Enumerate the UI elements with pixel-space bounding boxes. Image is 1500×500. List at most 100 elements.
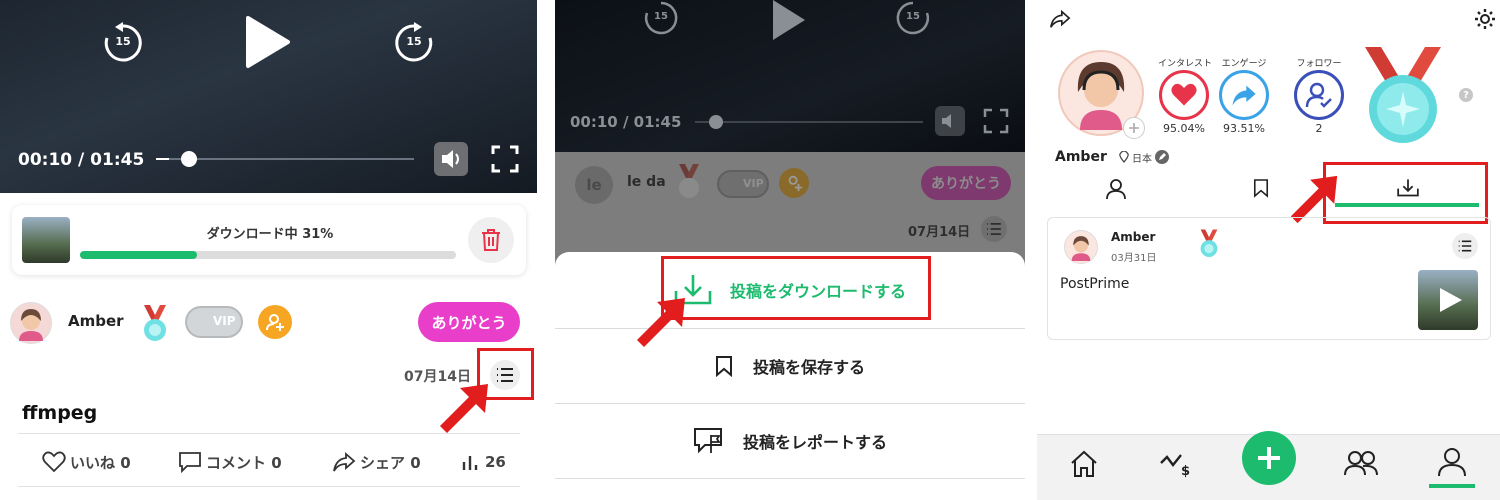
thanks-button[interactable]: ありがとう <box>921 166 1011 200</box>
video-time: 00:10 / 01:45 <box>18 150 145 170</box>
follower-stat: フォロワー <box>1291 56 1347 69</box>
nav-profile[interactable] <box>1437 447 1467 477</box>
users-icon <box>1344 451 1378 476</box>
play-icon <box>773 0 805 40</box>
author-name[interactable]: Amber <box>1111 230 1155 244</box>
post-menu-button[interactable] <box>1452 233 1478 259</box>
author-name[interactable]: le da <box>627 174 666 190</box>
interest-stat: インタレスト <box>1157 56 1213 69</box>
tab-saved[interactable] <box>1253 178 1273 202</box>
help-button[interactable]: ? <box>1459 88 1473 102</box>
seek-thumb[interactable] <box>180 151 197 167</box>
edit-icon[interactable] <box>1155 150 1169 164</box>
vip-badge: VIP <box>185 306 243 338</box>
gear-icon <box>1475 9 1495 29</box>
settings-button[interactable] <box>1474 8 1496 30</box>
interest-ring <box>1159 70 1209 120</box>
delete-download-button[interactable] <box>468 217 514 263</box>
post-menu-button[interactable] <box>981 216 1007 242</box>
report-post-label: 投稿をレポートする <box>742 433 887 452</box>
location-label: 日本 <box>1132 153 1152 165</box>
medal-icon <box>144 305 166 341</box>
video-time: 00:10 / 01:45 <box>570 113 682 131</box>
location-pin-icon <box>1119 151 1129 163</box>
speaker-icon <box>442 150 459 168</box>
edit-avatar-button[interactable] <box>1123 117 1145 139</box>
fullscreen-button[interactable] <box>490 144 520 174</box>
bar-chart-icon <box>462 456 478 470</box>
divider <box>18 486 520 487</box>
medal-icon <box>1200 229 1218 257</box>
rank-medal <box>1355 47 1451 147</box>
download-status: ダウンロード中 31% <box>206 227 334 242</box>
rewind-15-button[interactable]: 15 <box>102 22 144 64</box>
thanks-button[interactable]: ありがとう <box>418 302 520 342</box>
vip-badge: VIP <box>717 170 769 198</box>
create-post-button[interactable] <box>1242 431 1296 485</box>
highlight-box <box>1323 162 1488 224</box>
follow-button[interactable] <box>258 305 292 339</box>
red-arrow-icon <box>637 298 685 347</box>
share-label: シェア 0 <box>360 453 421 472</box>
save-post-item[interactable]: 投稿を保存する <box>555 329 1025 403</box>
tab-posts[interactable] <box>1105 178 1129 202</box>
forward-15-button[interactable]: 15 <box>895 0 931 36</box>
avatar[interactable] <box>1064 230 1098 264</box>
medal-badge <box>138 305 172 343</box>
panel-video-downloading: 15 15 00:10 / 01:45 ダウンロード中 31% Amber VI… <box>0 0 537 500</box>
highlight-box <box>661 256 931 320</box>
comment-icon <box>179 452 201 473</box>
share-profile-button[interactable] <box>1049 8 1071 30</box>
rewind-seconds: 15 <box>115 35 131 48</box>
avatar-face-icon <box>1077 62 1125 130</box>
interest-value: 95.04% <box>1163 122 1205 135</box>
report-post-item[interactable]: 投稿をレポートする <box>555 404 1025 478</box>
user-icon <box>1106 179 1126 200</box>
post-thumbnail[interactable] <box>1418 270 1478 330</box>
add-user-icon <box>788 175 803 192</box>
avatar[interactable]: le <box>575 166 613 204</box>
medal-badge <box>1196 229 1222 259</box>
medal-badge <box>673 164 705 200</box>
volume-button[interactable] <box>935 106 965 136</box>
engage-ring <box>1219 70 1269 120</box>
downloaded-post-card[interactable]: Amber 03月31日 PostPrime <box>1047 217 1491 340</box>
fullscreen-button[interactable] <box>983 108 1009 134</box>
author-name[interactable]: Amber <box>68 312 124 330</box>
comment-button[interactable]: コメント 0 <box>178 450 282 474</box>
vip-label: VIP <box>743 177 764 190</box>
play-button[interactable] <box>769 0 809 44</box>
seek-bar[interactable] <box>156 151 414 167</box>
follow-button[interactable] <box>779 168 809 198</box>
nav-home[interactable] <box>1069 449 1099 479</box>
share-button[interactable]: シェア 0 <box>332 450 421 474</box>
comment-label: コメント 0 <box>206 453 282 472</box>
play-icon <box>246 16 290 68</box>
panel-post-menu: 15 15 00:10 / 01:45 le le da VIP ありがとう 0… <box>555 0 1025 500</box>
follower-label: フォロワー <box>1296 59 1342 69</box>
nav-community[interactable] <box>1343 449 1379 479</box>
location: 日本 <box>1119 150 1169 165</box>
follower-ring[interactable] <box>1294 70 1344 120</box>
user-icon <box>1438 448 1466 477</box>
avatar[interactable] <box>10 302 52 344</box>
plus-icon <box>1258 447 1280 469</box>
video-player[interactable]: 15 15 00:10 / 01:45 <box>555 0 1025 152</box>
play-icon <box>1440 288 1462 312</box>
volume-button[interactable] <box>434 142 468 176</box>
share-arrow-icon <box>1232 85 1256 106</box>
play-button[interactable] <box>242 14 292 70</box>
video-player[interactable]: 15 15 00:10 / 01:45 <box>0 0 537 193</box>
avatar-face-icon <box>1071 236 1091 261</box>
engage-stat: エンゲージ <box>1216 56 1272 69</box>
nav-market[interactable]: $ <box>1159 449 1193 479</box>
add-user-icon <box>266 314 284 331</box>
follower-value: 2 <box>1315 122 1323 135</box>
rewind-15-button[interactable]: 15 <box>643 0 679 36</box>
forward-15-button[interactable]: 15 <box>393 22 435 64</box>
like-button[interactable]: いいね 0 <box>42 450 131 474</box>
seek-bar[interactable] <box>695 115 923 129</box>
seek-thumb[interactable] <box>709 115 723 129</box>
interest-label: インタレスト <box>1157 59 1212 69</box>
list-menu-icon <box>1458 240 1472 252</box>
